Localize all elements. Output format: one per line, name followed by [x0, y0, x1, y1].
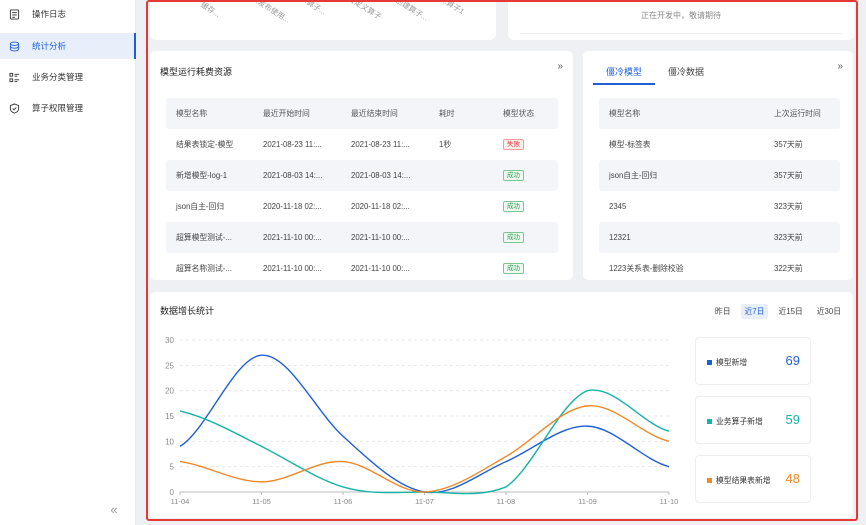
- shield-icon: [9, 102, 20, 114]
- sidebar-item-label: 业务分类管理: [32, 72, 84, 82]
- list-icon: [9, 72, 20, 83]
- log-icon: [9, 8, 20, 20]
- main-content: 缓存... ...发布使用... ...算子... 自定义算子 ...创建算子.…: [136, 0, 866, 525]
- sidebar-item-label: 算子权限管理: [32, 103, 84, 113]
- sidebar-item-label: 操作日志: [32, 9, 67, 19]
- database-icon: [9, 41, 20, 52]
- sidebar-item-statistics[interactable]: 统计分析: [0, 33, 136, 59]
- sidebar-item-label: 统计分析: [32, 41, 67, 51]
- sidebar-item-operator-permission[interactable]: 算子权限管理: [0, 95, 136, 121]
- sidebar: 操作日志 统计分析 业务分类管理 算子权限管理 «: [0, 0, 136, 525]
- sidebar-item-operation-log[interactable]: 操作日志: [0, 1, 136, 27]
- highlight-frame: [146, 0, 858, 521]
- sidebar-item-business-category[interactable]: 业务分类管理: [0, 64, 136, 90]
- collapse-sidebar-button[interactable]: «: [104, 502, 124, 518]
